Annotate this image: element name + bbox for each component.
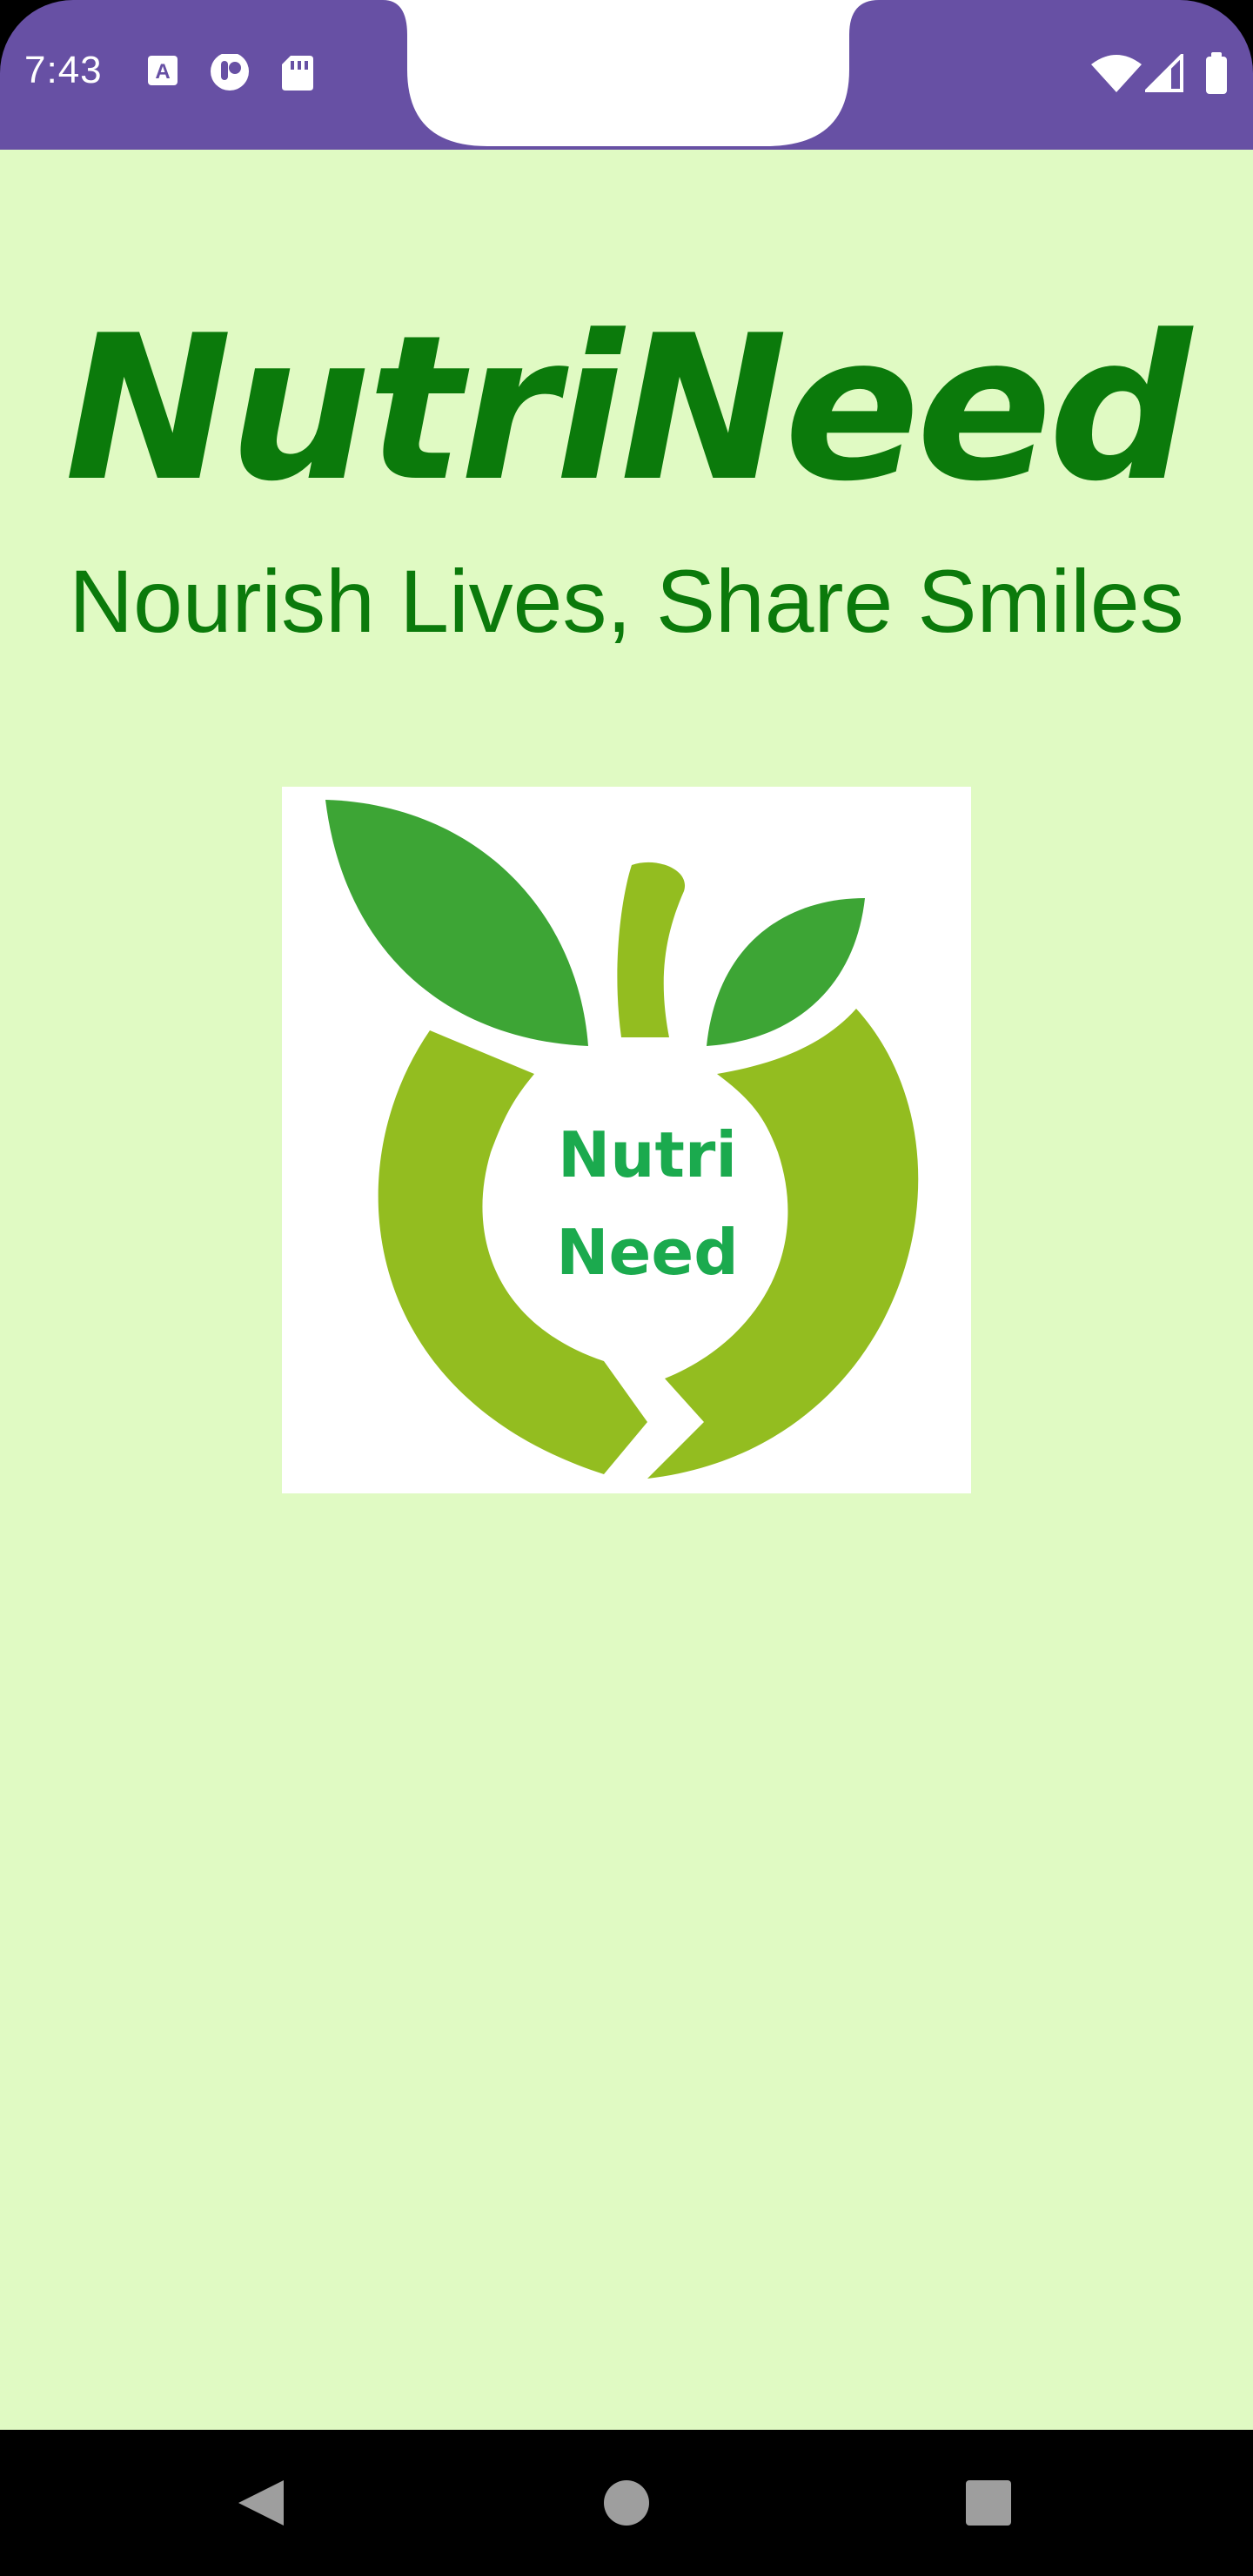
logo-text-need: Need <box>556 1216 738 1289</box>
screen: 7:43 A NutriNeed Nourish Lives, Share Sm… <box>0 0 1253 2576</box>
app-tagline: Nourish Lives, Share Smiles <box>69 552 1184 651</box>
status-time: 7:43 <box>24 49 103 91</box>
battery-icon <box>1204 52 1229 100</box>
app-title: NutriNeed <box>64 293 1192 526</box>
back-icon[interactable] <box>226 2468 296 2538</box>
wifi-icon <box>1091 54 1142 97</box>
svg-text:A: A <box>155 60 170 84</box>
status-bar: 7:43 A <box>0 0 1253 150</box>
app-content: NutriNeed Nourish Lives, Share Smiles Nu… <box>0 150 1253 2430</box>
recents-icon[interactable] <box>954 2468 1023 2538</box>
app-logo: Nutri Need <box>282 787 971 1493</box>
navigation-bar <box>0 2430 1253 2576</box>
sd-card-icon <box>280 54 315 97</box>
display-notch <box>383 0 879 146</box>
text-a-icon: A <box>146 54 181 93</box>
leaf-left-icon <box>325 800 588 1046</box>
assistant-icon <box>209 52 251 100</box>
logo-text-nutri: Nutri <box>558 1118 737 1191</box>
signal-icon <box>1142 51 1183 97</box>
home-icon[interactable] <box>592 2468 661 2538</box>
